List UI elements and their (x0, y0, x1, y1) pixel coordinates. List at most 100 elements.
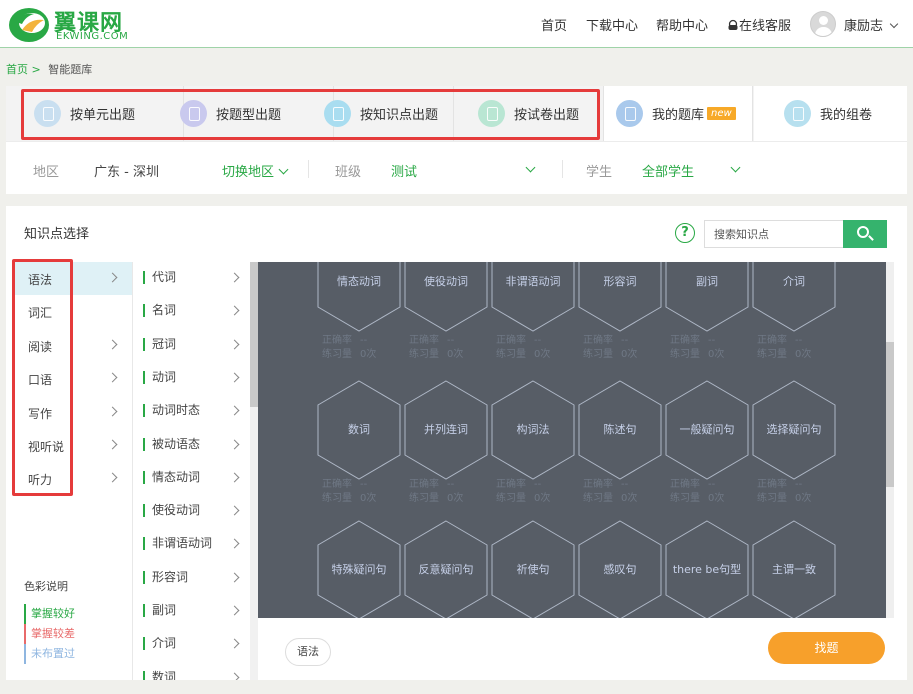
switch-region-button[interactable]: 切换地区 (222, 161, 289, 180)
nav-download-center[interactable]: 下载中心 (586, 15, 638, 34)
knowledge-point-stats: 正确率 -- 练习量 0次 (409, 478, 463, 506)
subcategory-item[interactable]: 动词时态 (133, 395, 251, 428)
category-item[interactable]: 听力 (12, 462, 132, 495)
knowledge-point-hex[interactable]: 数词 (316, 380, 402, 480)
chevron-down-icon (278, 164, 289, 175)
help-icon[interactable]: ? (675, 223, 695, 243)
subcategory-item[interactable]: 数词 (133, 662, 251, 680)
knowledge-point-name: 数词 (348, 423, 370, 436)
knowledge-point-name: 形容词 (603, 275, 637, 288)
practice-value: 0次 (621, 349, 638, 360)
chevron-right-icon (229, 638, 240, 649)
accuracy-label: 正确率 (670, 335, 700, 346)
knowledge-point-hex[interactable]: 使役动词 (403, 262, 489, 332)
selected-tag[interactable]: 语法 (285, 638, 331, 666)
user-name: 康励志 (844, 19, 884, 34)
category-item[interactable]: 词汇 (12, 295, 132, 328)
logo[interactable]: 翼课网 EKWING.COM (8, 4, 138, 44)
nav-online-service[interactable]: 在线客服 (727, 15, 791, 34)
nav-help-center[interactable]: 帮助中心 (656, 15, 708, 34)
tab-by-paper[interactable]: 按试卷出题 (478, 86, 603, 141)
subcategory-item[interactable]: 被动语态 (133, 429, 251, 462)
legend-item-unassigned: 未布置过 (24, 644, 75, 664)
divider (308, 160, 309, 178)
practice-value: 0次 (708, 493, 725, 504)
knowledge-point-stats: 正确率 -- 练习量 0次 (757, 478, 811, 506)
category-item[interactable]: 语法 (12, 262, 132, 295)
category-item[interactable]: 阅读 (12, 329, 132, 362)
subcategory-item[interactable]: 非谓语动词 (133, 528, 251, 561)
mode-tabs: 按单元出题 按题型出题 按知识点出题 按试卷出题 我的题库 new 我的组卷 (6, 86, 907, 141)
accuracy-value: -- (621, 335, 629, 346)
nav-home[interactable]: 首页 (541, 15, 567, 34)
knowledge-point-hex[interactable]: there be句型 (664, 520, 750, 618)
tab-by-unit[interactable]: 按单元出题 (34, 86, 184, 141)
knowledge-point-hex[interactable]: 主谓一致 (751, 520, 837, 618)
knowledge-point-hex[interactable]: 并列连词 (403, 380, 489, 480)
subcategory-item[interactable]: 情态动词 (133, 462, 251, 495)
panel-title: 知识点选择 (24, 227, 90, 242)
student-select[interactable]: 全部学生 (642, 161, 742, 180)
knowledge-point-hex[interactable]: 反意疑问句 (403, 520, 489, 618)
accuracy-value: -- (534, 479, 542, 490)
knowledge-point-hex[interactable]: 形容词 (577, 262, 663, 332)
category-item[interactable]: 写作 (12, 396, 132, 429)
accuracy-value: -- (708, 335, 716, 346)
knowledge-point-hex[interactable]: 感叹句 (577, 520, 663, 618)
breadcrumb-separator: > (31, 63, 41, 76)
tab-by-knowledge-point[interactable]: 按知识点出题 (324, 86, 454, 141)
logo-icon (9, 8, 49, 42)
knowledge-point-hex[interactable]: 一般疑问句 (664, 380, 750, 480)
chevron-right-icon (229, 339, 240, 350)
practice-label: 练习量 (757, 493, 787, 504)
chevron-right-icon (107, 472, 118, 483)
knowledge-point-hex[interactable]: 特殊疑问句 (316, 520, 402, 618)
knowledge-point-hex[interactable]: 非谓语动词 (490, 262, 576, 332)
knowledge-point-hex[interactable]: 构词法 (490, 380, 576, 480)
practice-value: 0次 (795, 493, 812, 504)
accuracy-label: 正确率 (757, 479, 787, 490)
subcategory-item[interactable]: 名词 (133, 295, 251, 328)
subcategory-label: 情态动词 (143, 470, 200, 484)
class-label: 班级 (335, 165, 362, 180)
find-questions-button[interactable]: 找题 (768, 632, 885, 664)
knowledge-point-hex[interactable]: 介词 (751, 262, 837, 332)
tab-my-paper[interactable]: 我的组卷 (754, 86, 907, 141)
knowledge-point-name: 介词 (783, 275, 805, 288)
chevron-right-icon (107, 372, 118, 383)
practice-label: 练习量 (583, 493, 613, 504)
tab-by-question-type[interactable]: 按题型出题 (180, 86, 334, 141)
subcategory-item[interactable]: 动词 (133, 362, 251, 395)
category-item[interactable]: 视听说 (12, 429, 132, 462)
search-button[interactable] (843, 220, 887, 248)
accuracy-label: 正确率 (757, 335, 787, 346)
tab-my-bank[interactable]: 我的题库 new (603, 86, 753, 141)
question-type-icon (180, 100, 207, 127)
knowledge-point-hex[interactable]: 祈使句 (490, 520, 576, 618)
search-input[interactable] (705, 221, 843, 247)
knowledge-point-hex[interactable]: 副词 (664, 262, 750, 332)
category-item[interactable]: 口语 (12, 362, 132, 395)
search-box (704, 220, 887, 248)
knowledge-point-hex[interactable]: 选择疑问句 (751, 380, 837, 480)
subcategory-item[interactable]: 介词 (133, 628, 251, 661)
knowledge-point-hex[interactable]: 情态动词 (316, 262, 402, 332)
class-select[interactable]: 测试 (391, 161, 536, 180)
subcategory-item[interactable]: 形容词 (133, 562, 251, 595)
subcategory-item[interactable]: 使役动词 (133, 495, 251, 528)
avatar[interactable] (810, 11, 836, 37)
subcategory-label: 名词 (143, 304, 176, 318)
breadcrumb-home[interactable]: 首页 (6, 63, 28, 76)
chevron-down-icon (889, 19, 899, 29)
subcategory-item[interactable]: 代词 (133, 262, 251, 295)
grid-scrollbar[interactable] (886, 262, 894, 618)
subcategory-item[interactable]: 冠词 (133, 329, 251, 362)
knowledge-point-name: 副词 (696, 275, 718, 288)
user-menu[interactable]: 康励志 (844, 15, 899, 34)
knowledge-point-hex[interactable]: 陈述句 (577, 380, 663, 480)
scrollbar-thumb[interactable] (250, 262, 258, 407)
subcategory-item[interactable]: 副词 (133, 595, 251, 628)
subcategory-scrollbar[interactable] (250, 262, 258, 680)
scrollbar-thumb[interactable] (886, 342, 894, 487)
filter-bar: 地区 广东 - 深圳 切换地区 班级 测试 学生 全部学生 (6, 141, 907, 194)
